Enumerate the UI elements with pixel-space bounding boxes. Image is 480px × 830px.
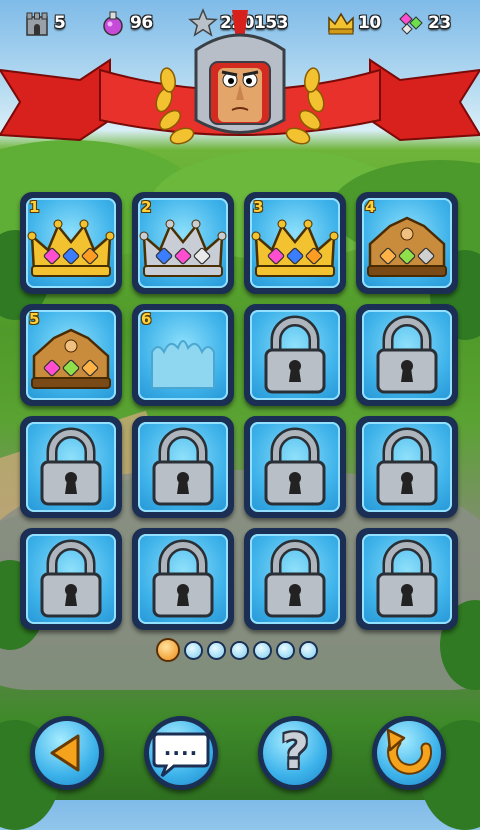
level-tile[interactable] (244, 304, 346, 406)
level-number: 1 (29, 198, 40, 216)
level-number: 6 (141, 310, 152, 328)
page-dot[interactable] (232, 642, 247, 658)
potion-icon (98, 8, 128, 38)
knight-avatar (194, 10, 286, 134)
crown-icon (326, 8, 356, 38)
level-tile[interactable]: 4 (356, 192, 458, 294)
level-tile[interactable] (356, 528, 458, 630)
page-dot[interactable] (278, 642, 293, 658)
gems-counter: 23 (396, 8, 451, 38)
level-tile[interactable] (132, 416, 234, 518)
gems-icon (396, 8, 426, 38)
level-tile[interactable]: 5 (20, 304, 122, 406)
padlock-icon (152, 427, 214, 506)
castle-icon (22, 8, 52, 38)
page-dot[interactable] (209, 642, 224, 658)
castles-counter: 5 (22, 8, 66, 38)
padlock-icon (376, 539, 438, 618)
potions-counter: 96 (98, 8, 153, 38)
padlock-icon (40, 539, 102, 618)
padlock-icon (152, 539, 214, 618)
padlock-icon (264, 539, 326, 618)
crowns-counter: 10 (326, 8, 381, 38)
page-dot[interactable] (158, 640, 178, 660)
level-number: 2 (141, 198, 152, 216)
level-tile[interactable] (356, 304, 458, 406)
level-tile[interactable] (244, 416, 346, 518)
level-tile[interactable] (244, 528, 346, 630)
level-tile[interactable]: 3 (244, 192, 346, 294)
page-dot[interactable] (301, 642, 316, 658)
padlock-icon (264, 427, 326, 506)
padlock-icon (376, 427, 438, 506)
level-tile[interactable]: 6 (132, 304, 234, 406)
help-button[interactable]: ? (258, 716, 332, 790)
question-mark-icon: ? (281, 724, 309, 780)
back-arrow-icon (50, 734, 80, 772)
level-tile[interactable] (20, 416, 122, 518)
padlock-icon (264, 315, 326, 394)
chat-button[interactable]: .... (144, 716, 218, 790)
level-number: 5 (29, 310, 40, 328)
padlock-icon (40, 427, 102, 506)
level-number: 3 (253, 198, 264, 216)
level-tile[interactable]: 1 (20, 192, 122, 294)
title-banner (0, 10, 480, 170)
padlock-icon (376, 315, 438, 394)
back-button[interactable] (30, 716, 104, 790)
restart-arrow-icon (386, 728, 433, 775)
page-dot[interactable] (186, 642, 201, 658)
level-number: 4 (365, 198, 376, 216)
page-dot[interactable] (255, 642, 270, 658)
level-tile[interactable]: 2 (132, 192, 234, 294)
page-indicator (158, 640, 316, 660)
level-tile[interactable] (132, 528, 234, 630)
level-tile[interactable] (356, 416, 458, 518)
level-tile[interactable] (20, 528, 122, 630)
chat-button-label: .... (163, 736, 199, 760)
restart-button[interactable] (372, 716, 446, 790)
